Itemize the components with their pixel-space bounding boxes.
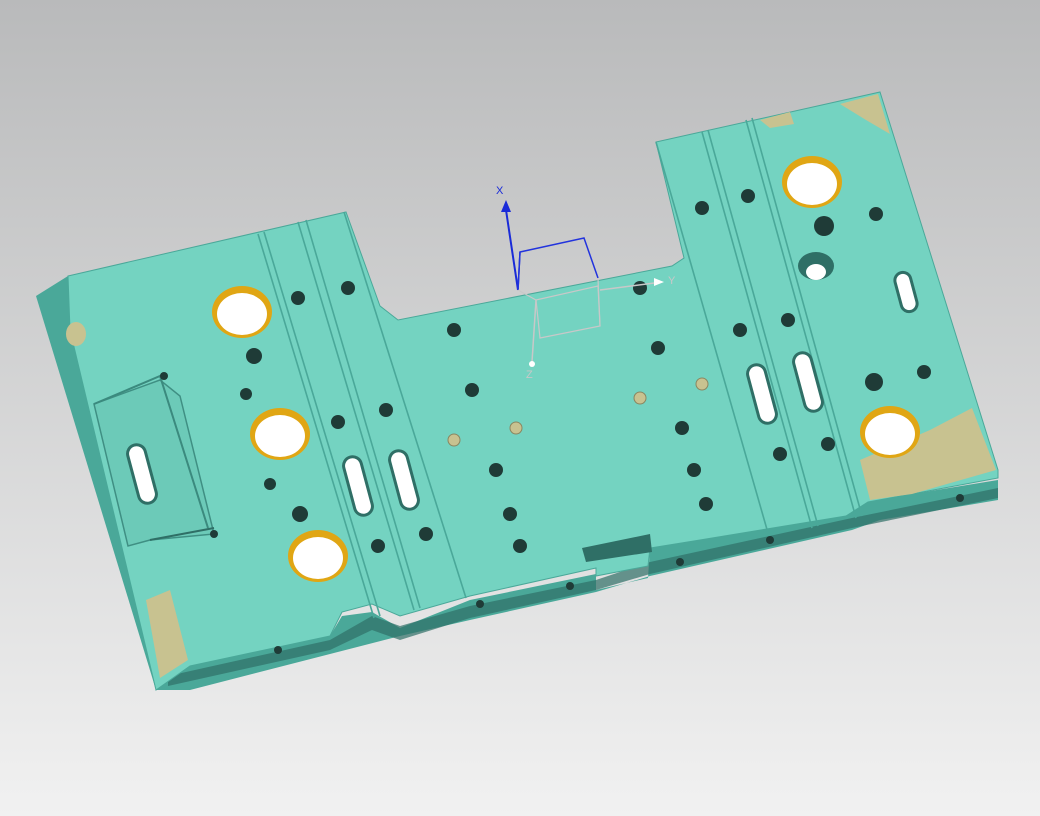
z-axis-arrow bbox=[529, 361, 535, 367]
x-axis-label: X bbox=[496, 185, 504, 197]
y-axis-label: Y bbox=[668, 275, 676, 287]
z-axis-label: Z bbox=[526, 369, 533, 381]
graphics-viewport[interactable]: X Y Z bbox=[0, 0, 1040, 816]
viewport-canvas[interactable]: X Y Z bbox=[0, 0, 1040, 816]
